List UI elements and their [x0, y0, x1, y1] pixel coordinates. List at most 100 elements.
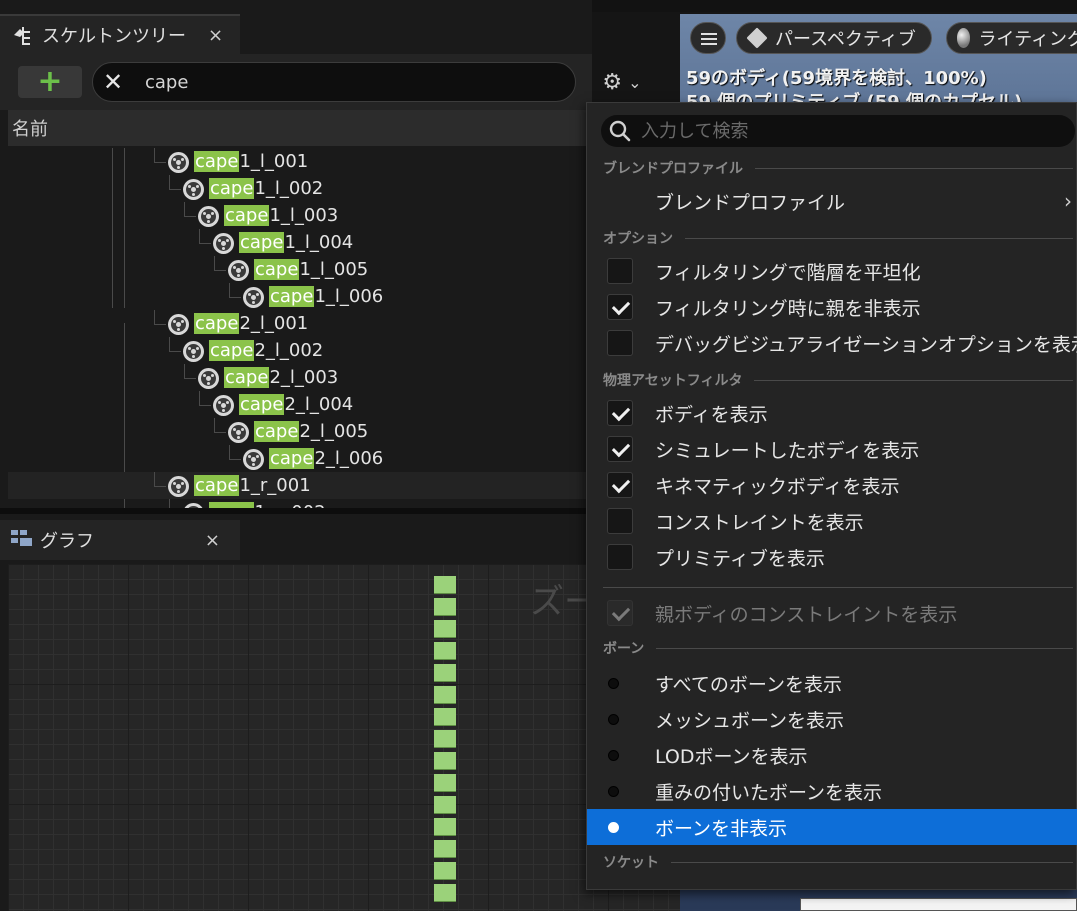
menu-checkbox-item[interactable]: コンストレイントを表示	[587, 503, 1077, 539]
menu-checkbox-item[interactable]: フィルタリングで階層を平坦化	[587, 253, 1077, 289]
search-match-highlight: cape	[254, 259, 300, 280]
tree-row[interactable]: cape2_l_005	[8, 418, 592, 445]
menu-radio-item[interactable]: メッシュボーンを表示	[587, 701, 1077, 737]
tree-row[interactable]: cape1_l_004	[8, 229, 592, 256]
tree-row[interactable]: cape1_l_006	[8, 283, 592, 310]
tree-row[interactable]: cape2_l_006	[8, 445, 592, 472]
graph-node[interactable]	[434, 752, 456, 770]
tab-label: グラフ	[40, 531, 94, 552]
bone-name-suffix: 1_l_001	[239, 151, 309, 172]
checkbox[interactable]	[607, 508, 633, 534]
close-icon[interactable]: ×	[208, 25, 223, 46]
checkbox[interactable]	[607, 400, 633, 426]
clear-search-icon[interactable]: ✕	[95, 68, 131, 96]
tree-guide	[229, 459, 241, 460]
graph-node[interactable]	[434, 664, 456, 682]
tree-guide	[229, 445, 230, 459]
menu-search-input[interactable]	[641, 120, 1061, 142]
menu-checkbox-item[interactable]: フィルタリング時に親を非表示	[587, 289, 1077, 325]
bone-name-suffix: 2_l_006	[314, 448, 384, 469]
graph-node[interactable]	[434, 884, 456, 902]
bone-name-suffix: 2_l_005	[299, 421, 369, 442]
bone-icon	[198, 206, 219, 227]
menu-item-blend-profile[interactable]: ブレンドプロファイル ›	[587, 183, 1077, 219]
graph-node[interactable]	[434, 642, 456, 660]
menu-radio-item[interactable]: ボーンを非表示	[587, 809, 1077, 845]
graph-node-column	[434, 576, 456, 911]
menu-checkbox-item[interactable]: シミュレートしたボディを表示	[587, 431, 1077, 467]
tree-row[interactable]: cape1_r_002	[8, 499, 592, 508]
plus-icon: +	[37, 64, 63, 99]
tree-guide	[184, 216, 196, 217]
checkbox[interactable]	[607, 330, 633, 356]
tree-row[interactable]: cape1_l_005	[8, 256, 592, 283]
graph-node[interactable]	[434, 686, 456, 704]
menu-radio-item[interactable]: 重みの付いたボーンを表示	[587, 773, 1077, 809]
bone-name: cape1_r_001	[194, 474, 311, 497]
lighting-button[interactable]: ライティング	[946, 22, 1077, 54]
tree-row[interactable]: cape2_l_003	[8, 364, 592, 391]
bone-name-suffix: 1_l_005	[299, 259, 369, 280]
bone-icon	[243, 449, 264, 470]
graph-panel: グラフ × ズーム	[0, 514, 680, 911]
tree-guide	[169, 189, 181, 190]
checkbox[interactable]	[607, 436, 633, 462]
graph-node[interactable]	[434, 598, 456, 616]
menu-radio-item[interactable]: LODボーンを表示	[587, 737, 1077, 773]
menu-checkbox-item[interactable]: キネマティックボディを表示	[587, 467, 1077, 503]
checkbox[interactable]	[607, 472, 633, 498]
graph-node[interactable]	[434, 840, 456, 858]
tree-guide	[199, 243, 211, 244]
tab-graph[interactable]: グラフ ×	[0, 520, 240, 560]
section-divider	[671, 861, 1073, 863]
perspective-button[interactable]: パースペクティブ	[736, 22, 932, 54]
graph-node[interactable]	[434, 708, 456, 726]
search-match-highlight: cape	[194, 475, 240, 496]
tab-label: スケルトンツリー	[42, 26, 186, 47]
settings-button[interactable]: ⚙ ⌄	[592, 66, 652, 98]
graph-node[interactable]	[434, 818, 456, 836]
checkbox	[607, 600, 633, 626]
graph-node[interactable]	[434, 774, 456, 792]
menu-item-label: メッシュボーンを表示	[655, 709, 845, 732]
add-button[interactable]: +	[18, 66, 82, 98]
graph-node[interactable]	[434, 730, 456, 748]
tree-row[interactable]: cape1_l_002	[8, 175, 592, 202]
menu-checkbox-item[interactable]: デバッグビジュアライゼーションオプションを表示	[587, 325, 1077, 361]
bone-name: cape2_l_004	[239, 393, 353, 416]
column-header-label: 名前	[12, 119, 48, 140]
settings-dropdown-menu: ブレンドプロファイル ブレンドプロファイル › オプション 物理アセットフィルタ…	[586, 102, 1077, 890]
tree-guide	[169, 499, 170, 508]
tree-row[interactable]: cape1_l_001	[8, 148, 592, 175]
menu-radio-item[interactable]: すべてのボーンを表示	[587, 665, 1077, 701]
bone-name-suffix: 2_l_004	[284, 394, 354, 415]
graph-node[interactable]	[434, 620, 456, 638]
tree-row[interactable]: cape2_l_004	[8, 391, 592, 418]
tree-row[interactable]: cape1_l_003	[8, 202, 592, 229]
bone-name: cape2_l_001	[194, 312, 308, 335]
menu-search-box[interactable]	[601, 115, 1075, 147]
menu-item-label: キネマティックボディを表示	[655, 475, 900, 498]
menu-checkbox-item[interactable]: ボディを表示	[587, 395, 1077, 431]
checkbox[interactable]	[607, 544, 633, 570]
menu-item-label: コンストレイントを表示	[655, 511, 864, 534]
search-input[interactable]: ✕ cape	[92, 62, 576, 102]
tree-guide	[184, 364, 185, 378]
tab-skeleton-tree[interactable]: スケルトンツリー ×	[0, 14, 240, 54]
tree-guide	[184, 378, 196, 379]
tree-row[interactable]: cape2_l_001	[8, 310, 592, 337]
cube-icon	[746, 27, 768, 49]
graph-node[interactable]	[434, 576, 456, 594]
viewport-menu-button[interactable]	[690, 22, 726, 54]
tree-row[interactable]: cape1_r_001	[8, 472, 592, 499]
column-header-name[interactable]: 名前	[8, 110, 592, 146]
hamburger-icon-line	[701, 38, 717, 40]
graph-node[interactable]	[434, 796, 456, 814]
checkbox[interactable]	[607, 294, 633, 320]
graph-node[interactable]	[434, 862, 456, 880]
close-icon[interactable]: ×	[205, 530, 220, 551]
tree-row[interactable]: cape2_l_002	[8, 337, 592, 364]
checkbox[interactable]	[607, 258, 633, 284]
sphere-icon	[957, 28, 971, 48]
menu-checkbox-item[interactable]: プリミティブを表示	[587, 539, 1077, 575]
